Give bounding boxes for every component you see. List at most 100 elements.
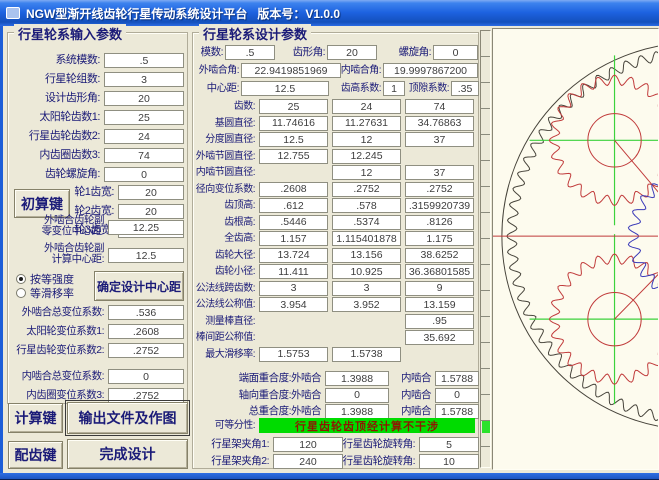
shift-int-box[interactable]: .2752 xyxy=(108,388,184,403)
radio-icon[interactable] xyxy=(16,274,26,284)
radio-option-1[interactable]: 等滑移率 xyxy=(16,285,74,301)
design-cell-c3[interactable]: 1.175 xyxy=(405,231,474,246)
input-field-box[interactable]: 25 xyxy=(104,110,184,125)
input-field-label: 太阳轮齿数1: xyxy=(10,110,100,125)
addendum-coef-field[interactable]: 1 xyxy=(383,81,405,96)
output-file-plot-button[interactable]: 输出文件及作图 xyxy=(67,402,188,434)
overlap-ext-box[interactable]: 0 xyxy=(325,388,389,403)
shift-ext-box[interactable]: .536 xyxy=(108,305,184,320)
app-icon xyxy=(6,7,20,19)
design-cell-c1[interactable]: 11.74616 xyxy=(259,116,328,131)
radio-icon[interactable] xyxy=(16,288,26,298)
ext-zero-center-field[interactable]: 12.25 xyxy=(108,220,184,235)
input-field-box[interactable]: .5 xyxy=(104,53,184,68)
shift-int-box[interactable]: 0 xyxy=(108,369,184,384)
design-cell-c2[interactable]: 12 xyxy=(332,165,401,180)
clearance-coef-field[interactable]: .35 xyxy=(451,81,479,96)
design-cell-c2[interactable]: 11.27631 xyxy=(332,116,401,131)
design-cell-c1[interactable]: 11.411 xyxy=(259,264,328,279)
design-cell-c1[interactable]: .612 xyxy=(259,198,328,213)
overlap-int-box[interactable]: 1.5788 xyxy=(435,371,479,386)
input-field-label: 内齿圈齿数3: xyxy=(10,148,100,163)
design-cell-c3[interactable]: .2752 xyxy=(405,182,474,197)
design-row-label: 齿根高: xyxy=(193,215,255,230)
design-cell-c2[interactable]: .2752 xyxy=(332,182,401,197)
app-title: NGW型渐开线齿轮行星传动系统设计平台 xyxy=(26,7,247,21)
shift-ext-box[interactable]: .2608 xyxy=(108,324,184,339)
design-cell-c3[interactable]: 36.36801585 xyxy=(405,264,474,279)
int-mesh-angle-field[interactable]: 19.9997867200 xyxy=(383,63,478,78)
rotation-angle-box[interactable]: 5 xyxy=(419,437,479,452)
design-cell-c1[interactable]: 1.157 xyxy=(259,231,328,246)
gear-width-box[interactable]: 20 xyxy=(118,185,184,200)
input-field-box[interactable]: 74 xyxy=(104,148,184,163)
ext-calc-center-field[interactable]: 12.5 xyxy=(108,248,184,263)
design-cell-c3[interactable]: 74 xyxy=(405,99,474,114)
finish-design-button[interactable]: 完成设计 xyxy=(67,439,188,469)
design-cell-c2[interactable]: 1.5738 xyxy=(332,347,401,362)
design-cell-c1[interactable]: 13.724 xyxy=(259,248,328,263)
confirm-center-distance-button[interactable]: 确定设计中心距 xyxy=(94,271,184,301)
design-cell-c3[interactable]: 37 xyxy=(405,132,474,147)
calculate-button[interactable]: 计算键 xyxy=(8,403,63,433)
design-cell-c3[interactable]: 35.692 xyxy=(405,330,474,345)
gear-drawing-canvas xyxy=(492,28,659,470)
design-cell-c1[interactable]: .2608 xyxy=(259,182,328,197)
design-cell-c2[interactable]: 12 xyxy=(332,132,401,147)
design-cell-c3[interactable]: 13.159 xyxy=(405,297,474,312)
helix-angle-field[interactable]: 0 xyxy=(433,45,478,60)
gear-matching-button[interactable]: 配齿键 xyxy=(8,441,63,469)
rotation-angle-box[interactable]: 10 xyxy=(419,454,479,469)
design-cell-c3[interactable]: .95 xyxy=(405,314,474,329)
overlap-label2: 内啮合 xyxy=(391,388,431,403)
design-cell-c1[interactable]: 1.5753 xyxy=(259,347,328,362)
design-row-label: 公法线跨齿数: xyxy=(193,281,255,296)
design-cell-c2[interactable]: 12.245 xyxy=(332,149,401,164)
shift-ext-label: 行星齿轮变位系数2: xyxy=(8,343,104,358)
center-distance-field[interactable]: 12.5 xyxy=(241,81,329,96)
design-cell-c3[interactable]: 38.6252 xyxy=(405,248,474,263)
center-distance-label: 中心距: xyxy=(193,81,239,96)
shift-ext-box[interactable]: .2752 xyxy=(108,343,184,358)
design-cell-c2[interactable]: 24 xyxy=(332,99,401,114)
input-field-box[interactable]: 20 xyxy=(104,91,184,106)
design-cell-c1[interactable]: 3 xyxy=(259,281,328,296)
input-field-box[interactable]: 0 xyxy=(104,167,184,182)
design-cell-c1[interactable]: .5446 xyxy=(259,215,328,230)
overlap-int-box[interactable]: 0 xyxy=(435,388,479,403)
radio-label: 等滑移率 xyxy=(30,285,74,301)
input-field-box[interactable]: 3 xyxy=(104,72,184,87)
gear-width-box[interactable]: 20 xyxy=(118,204,184,219)
design-row-label: 全齿高: xyxy=(193,231,255,246)
design-cell-c2[interactable]: 13.156 xyxy=(332,248,401,263)
design-cell-c1[interactable]: 3.954 xyxy=(259,297,328,312)
design-cell-c2[interactable]: .5374 xyxy=(332,215,401,230)
design-cell-c1[interactable]: 25 xyxy=(259,99,328,114)
design-cell-c3[interactable]: .8126 xyxy=(405,215,474,230)
shift-ext-label: 外啮合总变位系数: xyxy=(8,305,104,320)
design-cell-c1[interactable]: 12.755 xyxy=(259,149,328,164)
divisibility-status-bar: 行星齿轮齿顶经计算不干涉 xyxy=(259,418,475,433)
design-row-label: 棒间距公称值: xyxy=(193,330,255,345)
design-groupbox-title: 行星轮系设计参数 xyxy=(199,24,311,43)
design-cell-c3[interactable]: 37 xyxy=(405,165,474,180)
design-row-label: 最大滑移率: xyxy=(193,347,255,362)
design-cell-c2[interactable]: 3.952 xyxy=(332,297,401,312)
ext-mesh-angle-field[interactable]: 22.9419851969 xyxy=(241,63,341,78)
input-field-box[interactable]: 24 xyxy=(104,129,184,144)
design-cell-c2[interactable]: 1.115401878 xyxy=(332,231,401,246)
title-bar: NGW型渐开线齿轮行星传动系统设计平台 版本号：V1.0.0 xyxy=(0,0,659,26)
rotation-angle-label: 行星齿轮旋转角: xyxy=(331,437,415,452)
design-cell-c1[interactable]: 12.5 xyxy=(259,132,328,147)
design-cell-c2[interactable]: 10.925 xyxy=(332,264,401,279)
design-cell-c3[interactable]: 9 xyxy=(405,281,474,296)
design-cell-c2[interactable]: 3 xyxy=(332,281,401,296)
design-cell-c3[interactable]: .3159920739 xyxy=(405,198,474,213)
design-cell-c3[interactable]: 34.76863 xyxy=(405,116,474,131)
overlap-int-box[interactable]: 1.5788 xyxy=(435,404,479,419)
design-cell-c2[interactable]: .578 xyxy=(332,198,401,213)
pressure-angle-field[interactable]: 20 xyxy=(327,45,377,60)
design-row-label: 外啮节圆直径: xyxy=(193,149,255,164)
module-field[interactable]: .5 xyxy=(225,45,275,60)
overlap-ext-box[interactable]: 1.3988 xyxy=(325,371,389,386)
